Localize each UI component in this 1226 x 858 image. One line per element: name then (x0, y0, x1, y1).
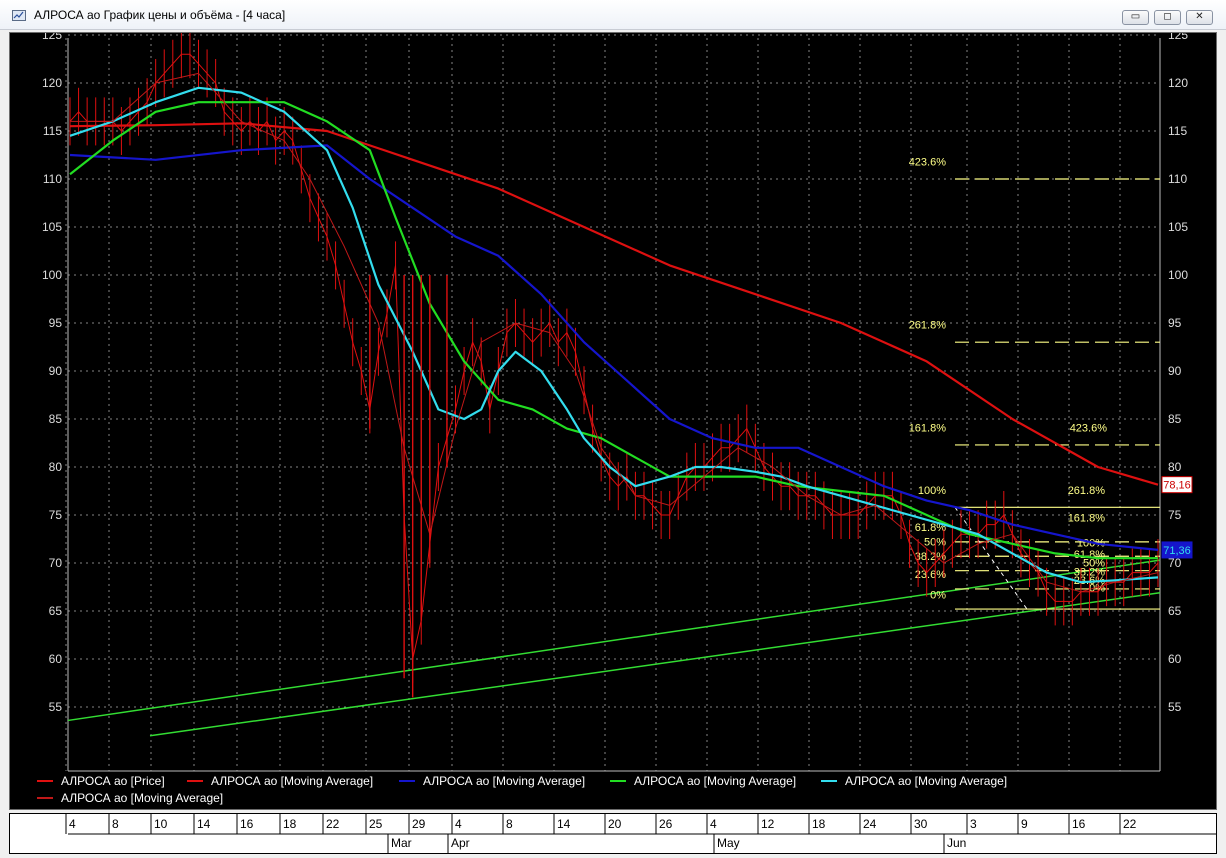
y-tick-right: 75 (1168, 508, 1182, 522)
x-tick-label: 26 (659, 817, 673, 831)
legend-label: АЛРОСА ао [Moving Average] (634, 774, 796, 788)
fib-trend-connector (954, 507, 1028, 610)
chart-window-icon (12, 10, 26, 21)
x-tick-label: 12 (761, 817, 775, 831)
y-tick-left: 125 (42, 33, 62, 42)
x-tick-label: 29 (412, 817, 426, 831)
x-tick-label: 14 (197, 817, 211, 831)
fib-label: 23.6% (915, 569, 946, 581)
x-tick-label: 18 (283, 817, 297, 831)
fib-label: 100% (918, 485, 946, 497)
y-tick-right: 105 (1168, 220, 1188, 234)
month-label: Mar (391, 836, 412, 850)
y-tick-right: 80 (1168, 460, 1182, 474)
month-label: Apr (451, 836, 470, 850)
y-tick-right: 95 (1168, 316, 1182, 330)
y-tick-left: 120 (42, 76, 62, 90)
fib-label: 161.8% (1068, 513, 1106, 525)
y-tick-left: 100 (42, 268, 62, 282)
legend-label: АЛРОСА ао [Moving Average] (61, 791, 223, 805)
y-tick-left: 80 (49, 460, 63, 474)
y-tick-left: 95 (49, 316, 63, 330)
fib-label: 423.6% (1070, 422, 1108, 434)
x-tick-label: 4 (455, 817, 462, 831)
fib-label: 261.8% (1068, 485, 1106, 497)
x-tick-label: 24 (863, 817, 877, 831)
fib-label: 161.8% (909, 422, 947, 434)
window-titlebar: АЛРОСА ао График цены и объёма - [4 часа… (0, 0, 1226, 30)
x-tick-label: 16 (240, 817, 254, 831)
y-tick-left: 110 (43, 172, 62, 186)
close-button[interactable]: ✕ (1186, 10, 1213, 25)
y-tick-right: 100 (1168, 268, 1188, 282)
y-tick-left: 60 (49, 652, 63, 666)
price-chart-panel[interactable]: 423.6% 261.8% 161.8% 423.6% 100% 261.8% 61.8% 1… (9, 28, 1217, 810)
legend-label: АЛРОСА ао [Moving Average] (845, 774, 1007, 788)
restore-button[interactable]: ◻ (1154, 10, 1181, 25)
y-tick-left: 90 (49, 364, 63, 378)
y-tick-right: 55 (1168, 700, 1182, 714)
x-tick-label: 20 (608, 817, 622, 831)
y-tick-right: 115 (1168, 124, 1187, 138)
x-tick-label: 3 (970, 817, 977, 831)
y-tick-left: 105 (42, 220, 62, 234)
last-value-blue: 71,36 (1163, 545, 1191, 557)
month-label: Jun (947, 836, 966, 850)
x-tick-label: 9 (1021, 817, 1028, 831)
x-tick-label: 18 (812, 817, 826, 831)
y-tick-right: 65 (1168, 604, 1182, 618)
y-tick-left: 75 (49, 508, 63, 522)
x-tick-label: 30 (914, 817, 928, 831)
x-tick-label: 22 (1123, 817, 1137, 831)
time-axis-svg: 4 8 10 14 16 18 22 25 29 4 8 14 20 26 4 12 18 24 30 3 9 16 22 M… (65, 814, 1216, 853)
series-ma_long (69, 122, 1159, 486)
y-tick-left: 85 (49, 412, 63, 426)
x-tick-label: 22 (326, 817, 340, 831)
x-tick-label: 8 (506, 817, 513, 831)
x-tick-label: 25 (369, 817, 383, 831)
y-tick-right: 85 (1168, 412, 1182, 426)
series-ma_mid (69, 144, 1159, 551)
y-tick-left: 65 (49, 604, 63, 618)
series-ma_green (69, 101, 1158, 560)
y-tick-right: 125 (1168, 33, 1188, 42)
y-tick-right: 90 (1168, 364, 1182, 378)
legend-label: АЛРОСА ао [Price] (61, 774, 165, 788)
y-tick-left: 55 (49, 700, 63, 714)
y-tick-left: 115 (43, 124, 62, 138)
time-axis: 4 8 10 14 16 18 22 25 29 4 8 14 20 26 4 12 18 24 30 3 9 16 22 M… (9, 813, 1217, 854)
y-tick-left: 70 (49, 556, 63, 570)
window-title: АЛРОСА ао График цены и объёма - [4 часа… (34, 8, 286, 22)
x-tick-label: 4 (69, 817, 76, 831)
x-tick-label: 14 (557, 817, 571, 831)
legend-label: АЛРОСА ао [Moving Average] (211, 774, 373, 788)
support-trendline-upper (67, 559, 1161, 722)
minimize-button[interactable]: ▭ (1122, 10, 1149, 25)
y-tick-right: 120 (1168, 76, 1188, 90)
price-chart[interactable]: 423.6%261.8%161.8% 423.6%100% 261.8%61.8%1… (10, 28, 1216, 809)
fib-label: 0% (930, 589, 946, 601)
last-value-red: 78,16 (1163, 480, 1191, 492)
x-tick-label: 10 (154, 817, 168, 831)
x-tick-label: 4 (710, 817, 717, 831)
fib-label: 261.8% (909, 320, 947, 332)
support-trendline-lower (149, 592, 1161, 737)
month-label: May (717, 836, 740, 850)
x-tick-label: 16 (1072, 817, 1086, 831)
x-tick-label: 8 (112, 817, 119, 831)
fib-label: 423.6% (909, 156, 947, 168)
y-tick-right: 60 (1168, 652, 1182, 666)
y-tick-right: 110 (1168, 172, 1187, 186)
legend-label: АЛРОСА ао [Moving Average] (423, 774, 585, 788)
